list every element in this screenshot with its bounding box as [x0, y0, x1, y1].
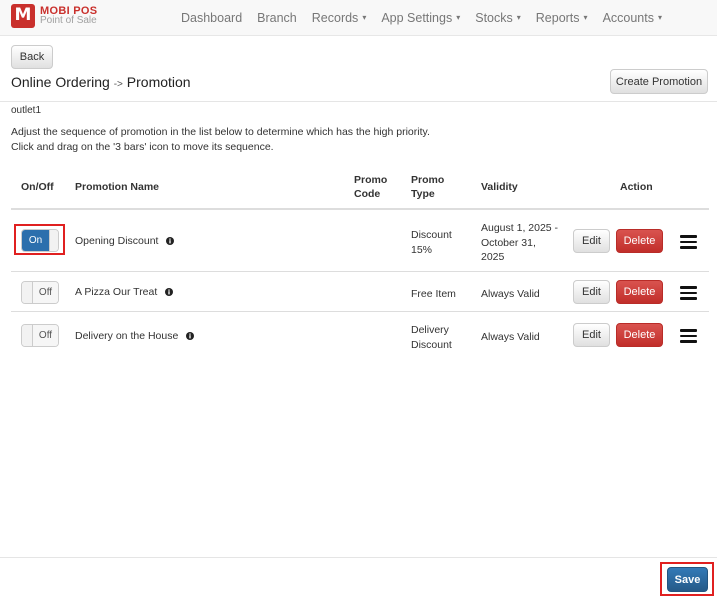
- drag-handle-icon[interactable]: [680, 329, 697, 343]
- breadcrumb-arrow: ->: [113, 79, 123, 90]
- promo-type: Delivery Discount: [411, 324, 452, 351]
- caret-down-icon: ▾: [456, 13, 461, 22]
- edit-button[interactable]: Edit: [573, 229, 610, 253]
- brand-logo[interactable]: MOBI POS Point of Sale: [11, 4, 97, 28]
- promotion-toggle[interactable]: Off: [21, 324, 59, 347]
- delete-button[interactable]: Delete: [616, 280, 663, 304]
- info-icon[interactable]: [165, 288, 174, 296]
- create-promotion-button[interactable]: Create Promotion: [610, 69, 708, 94]
- promotion-name: Opening Discount: [75, 234, 175, 249]
- drag-handle-icon[interactable]: [680, 286, 697, 300]
- back-button[interactable]: Back: [11, 45, 53, 69]
- caret-down-icon: ▾: [583, 13, 588, 22]
- validity: Always Valid: [481, 331, 540, 343]
- promo-type: Discount 15%: [411, 229, 452, 256]
- nav-item-accounts[interactable]: Accounts ▾: [603, 11, 662, 25]
- promotion-name: Delivery on the House: [75, 329, 195, 344]
- nav-item-records[interactable]: Records ▾: [312, 11, 367, 25]
- info-icon[interactable]: [186, 332, 195, 340]
- info-icon[interactable]: [166, 237, 175, 245]
- main-nav: Dashboard Branch Records ▾ App Settings ▾ …: [181, 0, 677, 36]
- header-validity: Validity: [481, 181, 518, 193]
- nav-item-app-settings[interactable]: App Settings ▾: [381, 11, 460, 25]
- footer-divider: [0, 557, 717, 558]
- outlet-name: outlet1: [11, 105, 42, 116]
- nav-item-branch[interactable]: Branch: [257, 11, 297, 25]
- validity: Always Valid: [481, 288, 540, 300]
- row-divider: [11, 311, 709, 312]
- nav-item-reports[interactable]: Reports ▾: [536, 11, 588, 25]
- caret-down-icon: ▾: [516, 13, 521, 22]
- validity: August 1, 2025 - October 31, 2025: [481, 222, 559, 263]
- highlight-box: [14, 224, 65, 255]
- instructions: Adjust the sequence of promotion in the …: [11, 126, 430, 153]
- row-divider: [11, 271, 709, 272]
- nav-item-dashboard[interactable]: Dashboard: [181, 11, 242, 25]
- nav-item-stocks[interactable]: Stocks ▾: [475, 11, 521, 25]
- header-promo-code: Promo Code: [354, 174, 388, 200]
- divider: [0, 101, 717, 102]
- top-navbar: MOBI POS Point of Sale Dashboard Branch …: [0, 0, 717, 36]
- edit-button[interactable]: Edit: [573, 323, 610, 347]
- header-on-off: On/Off: [21, 181, 54, 193]
- delete-button[interactable]: Delete: [616, 229, 663, 253]
- caret-down-icon: ▾: [362, 13, 367, 22]
- caret-down-icon: ▾: [657, 13, 662, 22]
- delete-button[interactable]: Delete: [616, 323, 663, 347]
- header-promo-type: Promo Type: [411, 174, 445, 200]
- promotion-toggle[interactable]: Off: [21, 281, 59, 304]
- highlight-box: [660, 562, 714, 596]
- drag-handle-icon[interactable]: [680, 235, 697, 249]
- promotion-name: A Pizza Our Treat: [75, 285, 174, 300]
- promo-type: Free Item: [411, 288, 456, 300]
- header-promotion-name: Promotion Name: [75, 181, 160, 193]
- mobi-pos-logo-icon: [11, 4, 35, 28]
- table-header-divider: [11, 208, 709, 210]
- brand-subtitle: Point of Sale: [40, 15, 97, 26]
- page-title: Online Ordering -> Promotion: [11, 74, 191, 90]
- header-action: Action: [620, 181, 653, 193]
- edit-button[interactable]: Edit: [573, 280, 610, 304]
